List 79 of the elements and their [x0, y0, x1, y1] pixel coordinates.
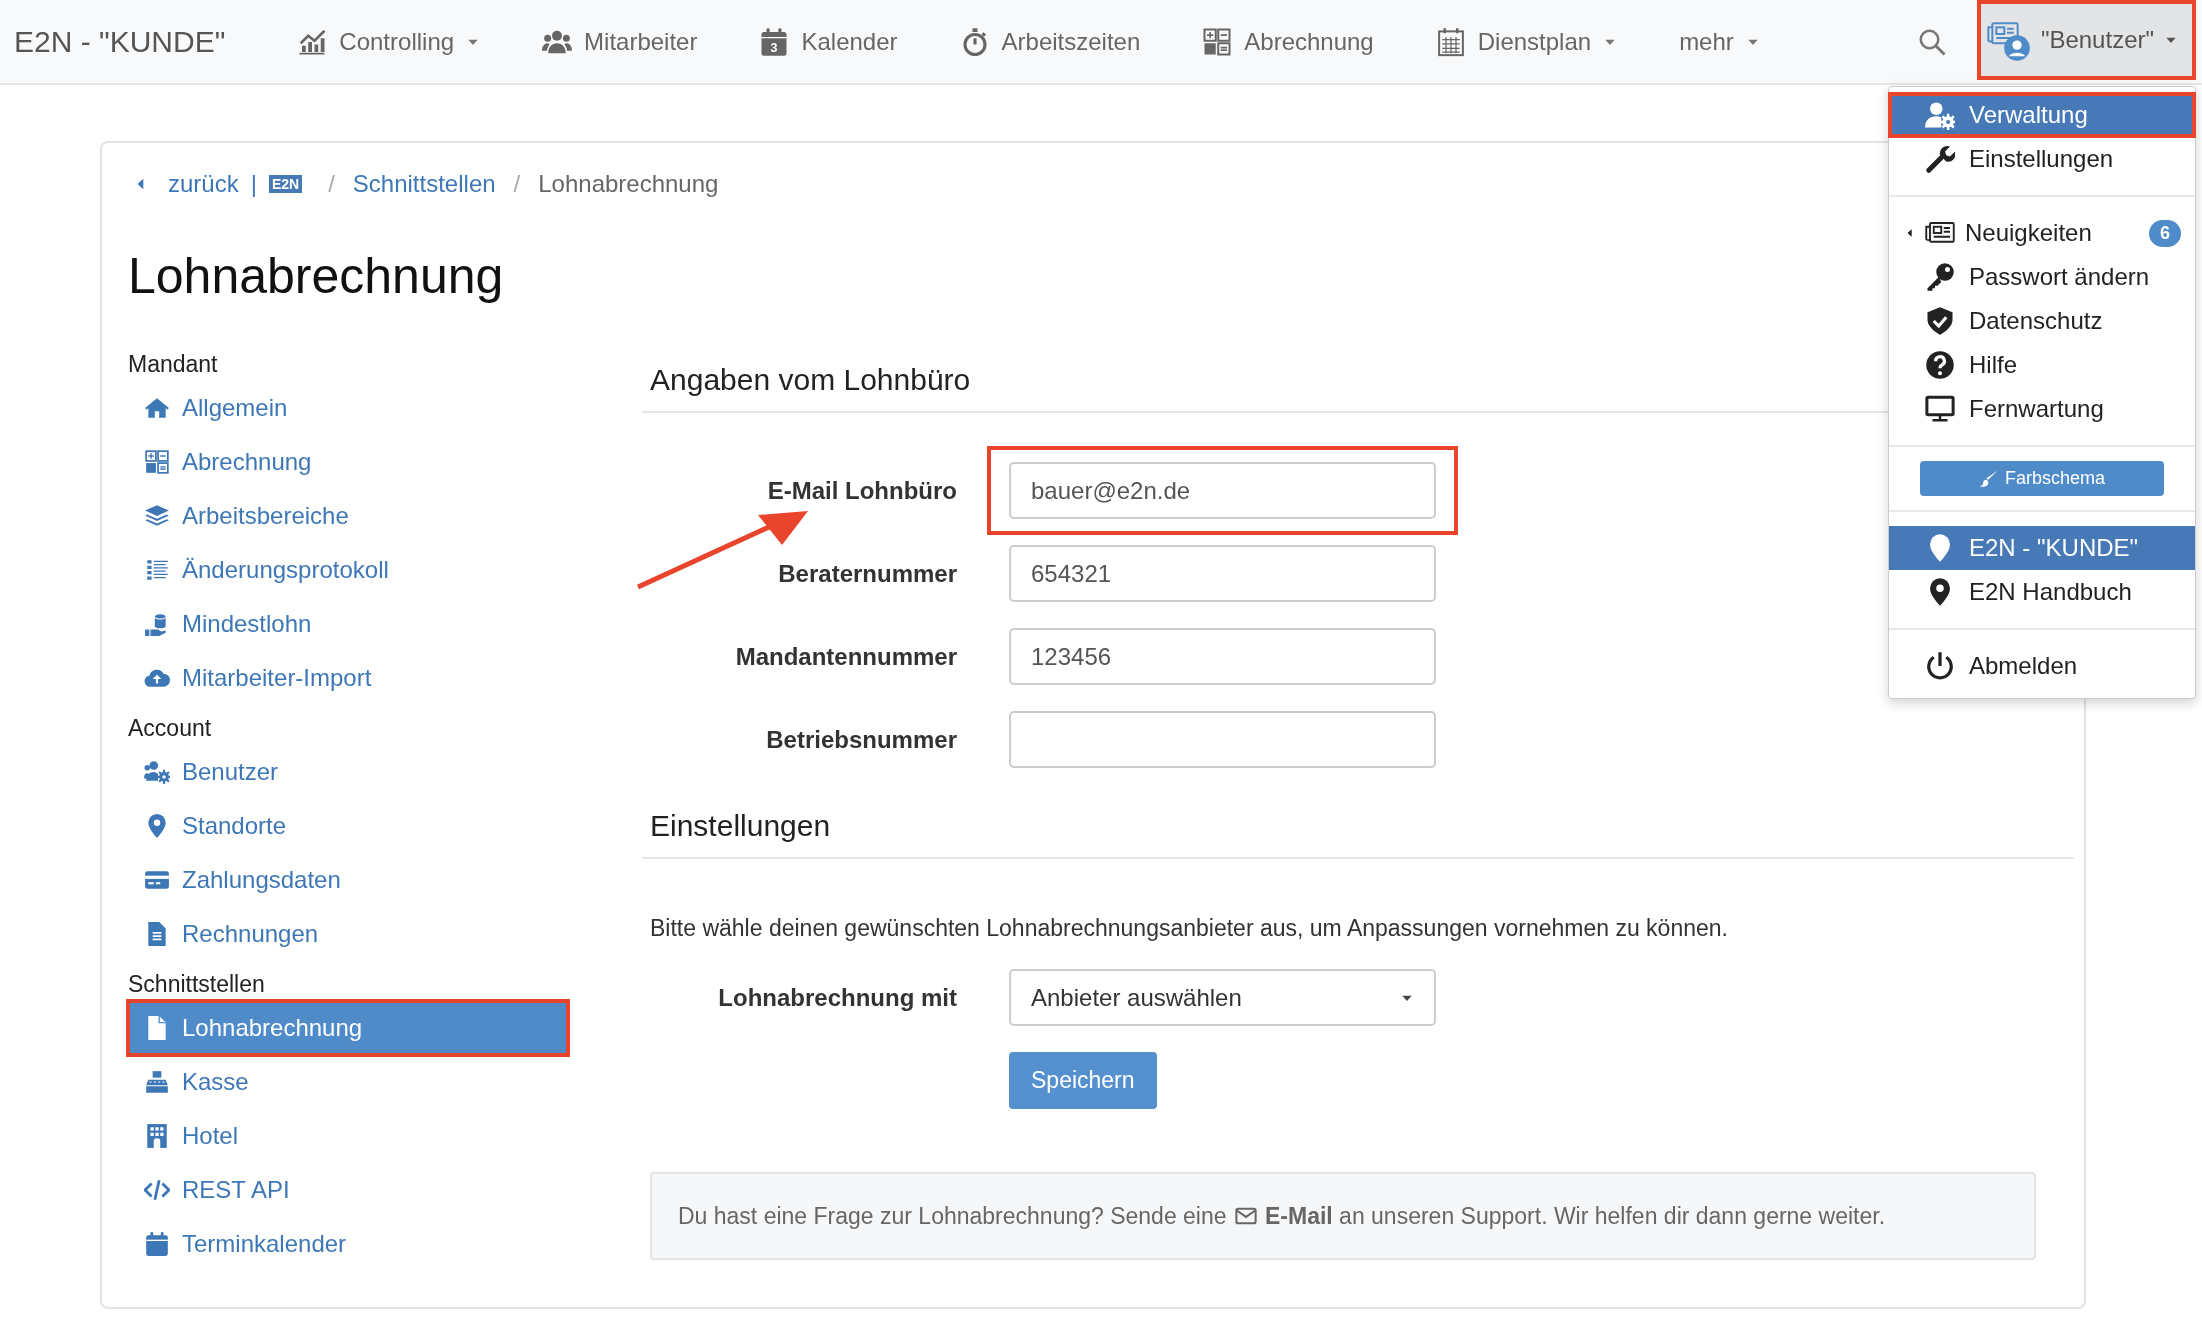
- support-message: Du hast eine Frage zur Lohnabrechnung? Sende eine E-Mail an unseren Support. Wir helfen dir dann gerne weiter.: [678, 1202, 1886, 1230]
- field-label: E-Mail Lohnbüro: [766, 476, 957, 505]
- sidebar-heading: Account: [128, 714, 213, 743]
- user-gear-icon: [1925, 100, 1955, 130]
- separator: /: [328, 170, 335, 198]
- list-icon: [144, 557, 170, 583]
- sidebar-item[interactable]: Rechnungen: [128, 907, 568, 961]
- layers-icon: [144, 503, 170, 529]
- provider-select[interactable]: Anbieter auswählen: [1009, 969, 1436, 1026]
- question-icon: [1925, 350, 1955, 380]
- sidebar-item[interactable]: REST API: [128, 1163, 568, 1217]
- sidebar-item[interactable]: Terminkalender: [128, 1217, 568, 1271]
- page-title: Lohnabrechnung: [128, 247, 504, 305]
- building-icon: [144, 1123, 170, 1149]
- breadcrumb-link[interactable]: Schnittstellen: [352, 170, 496, 198]
- email-link[interactable]: E-Mail: [1232, 1202, 1333, 1229]
- description-text: Bitte wähle deinen gewünschten Lohnabrechnungsanbieter aus, um Anpassungen vornehmen zu können.: [650, 915, 1729, 942]
- menu-item[interactable]: E2N - "KUNDE": [1889, 526, 2195, 570]
- field-label: Betriebsnummer: [765, 725, 957, 754]
- nav-link[interactable]: Controlling: [297, 26, 481, 57]
- nav-link[interactable]: Abrechnung: [1202, 26, 1374, 57]
- sidebar-item[interactable]: Hotel: [128, 1109, 568, 1163]
- sidebar-item[interactable]: Standorte: [128, 799, 568, 853]
- sidebar-item[interactable]: Arbeitsbereiche: [128, 489, 568, 543]
- calculator-icon: [1202, 26, 1233, 57]
- menu-item[interactable]: Passwort ändern: [1889, 255, 2195, 299]
- user-menu-toggle[interactable]: "Benutzer": [1976, 0, 2196, 80]
- nav-link[interactable]: Dienstplan: [1435, 26, 1618, 57]
- logo[interactable]: E2N: [268, 175, 303, 193]
- shield-icon: [1925, 306, 1955, 336]
- sidebar-item[interactable]: Mitarbeiter-Import: [128, 651, 568, 705]
- input-field[interactable]: bauer@e2n.de: [1009, 462, 1436, 519]
- sidebar-item[interactable]: Kasse: [128, 1055, 568, 1109]
- sidebar-item[interactable]: Mindestlohn: [128, 597, 568, 651]
- wrench-icon: [1925, 144, 1955, 174]
- sidebar-item[interactable]: Benutzer: [128, 745, 568, 799]
- field-label: Lohnabrechnung mit: [717, 983, 957, 1012]
- count-badge: 6: [2149, 219, 2181, 247]
- nav-link[interactable]: Arbeitszeiten: [959, 26, 1141, 57]
- sidebar-item[interactable]: Abrechnung: [128, 435, 568, 489]
- section-heading: Einstellungen: [642, 803, 2074, 859]
- menu-item[interactable]: Neuigkeiten 6: [1889, 211, 2195, 255]
- sidebar-heading: Mandant: [128, 350, 219, 379]
- menu-item[interactable]: E2N Handbuch: [1889, 570, 2195, 614]
- nav-link[interactable]: mehr: [1679, 27, 1760, 56]
- save-button[interactable]: Speichern: [1009, 1052, 1157, 1109]
- calculator-icon: [144, 449, 170, 475]
- cash-register-icon: [144, 1069, 170, 1095]
- separator: /: [513, 170, 521, 198]
- menu-item[interactable]: Datenschutz: [1889, 299, 2195, 343]
- nav-link[interactable]: Mitarbeiter: [542, 26, 698, 57]
- user-circle-icon: [2002, 34, 2031, 62]
- code-icon: [144, 1177, 170, 1203]
- menu-item[interactable]: Verwaltung: [1889, 93, 2195, 137]
- power-icon: [1925, 651, 1955, 681]
- calendar-grid-icon: [1435, 26, 1466, 57]
- monitor-icon: [1925, 394, 1955, 424]
- input-field[interactable]: 123456: [1009, 628, 1436, 685]
- menu-item[interactable]: Einstellungen: [1889, 137, 2195, 181]
- nav-link[interactable]: 3 Kalender: [759, 26, 898, 57]
- input-field[interactable]: [1009, 711, 1436, 768]
- sidebar-heading: Schnittstellen: [128, 970, 266, 999]
- users-gear-icon: [144, 759, 170, 785]
- field-label: Beraternummer: [777, 559, 957, 588]
- field-label: Mandantennummer: [734, 642, 957, 671]
- color-scheme-button[interactable]: Farbschema: [1920, 461, 2164, 496]
- back-link[interactable]: zurück: [134, 170, 239, 198]
- separator: |: [250, 170, 257, 198]
- breadcrumb-current: Lohnabrechnung: [538, 170, 719, 198]
- sidebar-item[interactable]: Zahlungsdaten: [128, 853, 568, 907]
- key-icon: [1925, 262, 1955, 292]
- sidebar-item[interactable]: Lohnabrechnung: [128, 1001, 568, 1055]
- calendar-simple-icon: [144, 1231, 170, 1257]
- caret-left-icon: [1905, 227, 1915, 239]
- menu-item[interactable]: Abmelden: [1889, 644, 2195, 688]
- brand-name[interactable]: E2N - "KUNDE": [14, 24, 226, 59]
- sidebar-item[interactable]: Allgemein: [128, 381, 568, 435]
- input-field[interactable]: 654321: [1009, 545, 1436, 602]
- sidebar-item[interactable]: Änderungsprotokoll: [128, 543, 568, 597]
